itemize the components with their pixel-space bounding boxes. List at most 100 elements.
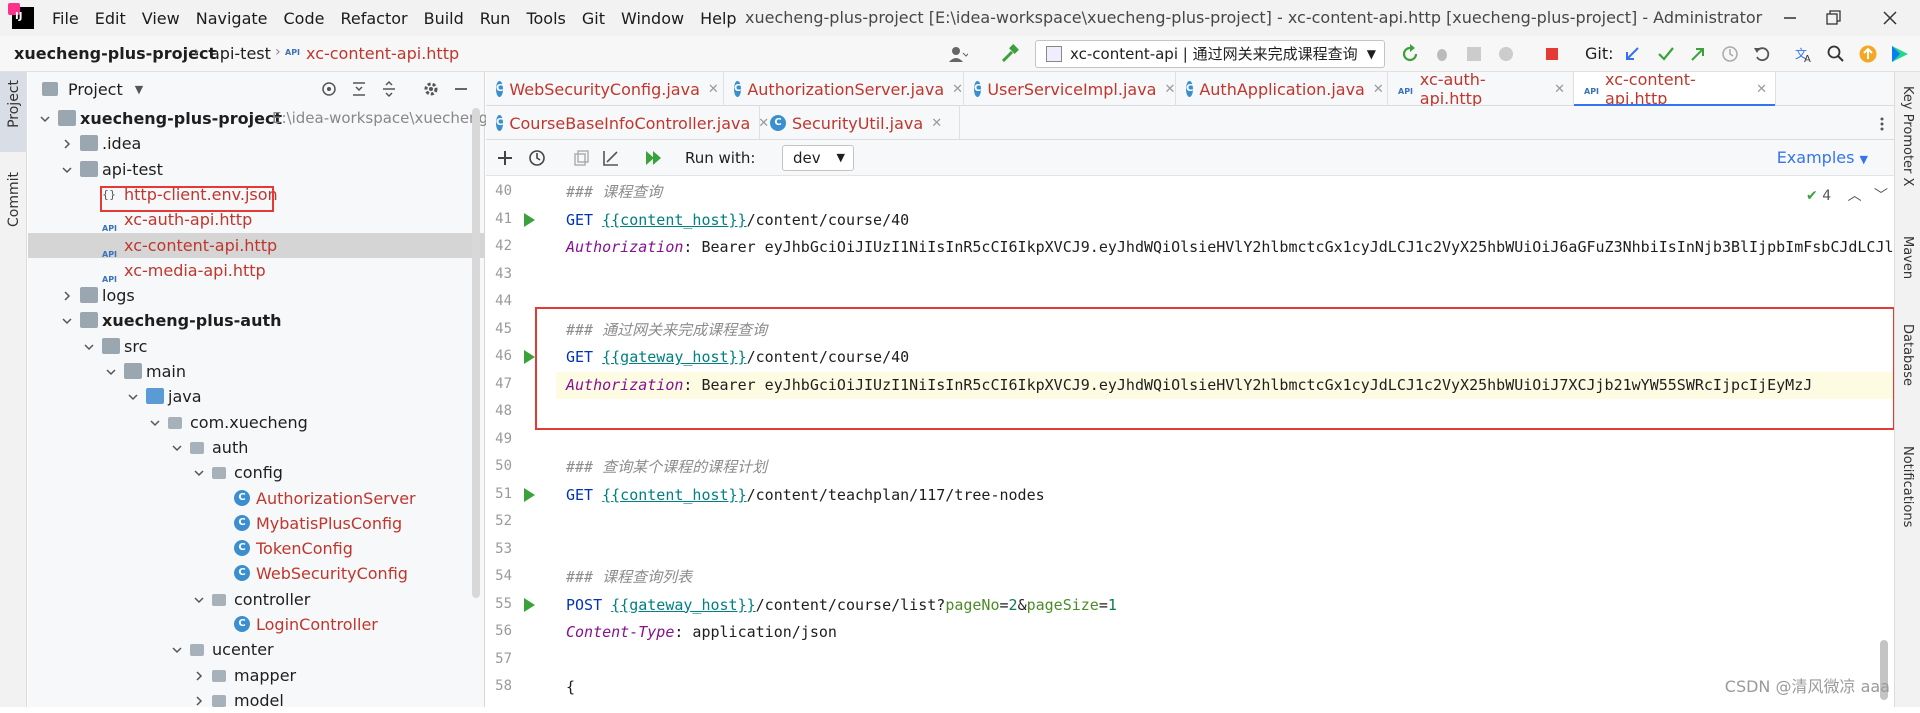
menu-code[interactable]: Code xyxy=(276,9,333,28)
tree-item[interactable]: model xyxy=(28,688,485,713)
menu-refactor[interactable]: Refactor xyxy=(332,9,415,28)
more-vertical-icon[interactable] xyxy=(1874,116,1890,132)
code-line[interactable]: ### 课程查询列表 xyxy=(566,564,692,591)
close-tab-icon[interactable]: ✕ xyxy=(1554,82,1565,97)
jetbrains-toolbox-icon[interactable] xyxy=(1890,44,1910,64)
tree-item[interactable]: controller xyxy=(28,587,485,612)
chevron-down-icon[interactable] xyxy=(84,342,94,352)
close-icon[interactable] xyxy=(1880,8,1900,28)
notifications-tool-label[interactable]: Notifications xyxy=(1900,446,1915,527)
debug-icon[interactable] xyxy=(1432,44,1452,64)
chevron-down-icon[interactable] xyxy=(62,316,72,326)
menu-navigate[interactable]: Navigate xyxy=(188,9,276,28)
menu-run[interactable]: Run xyxy=(472,9,519,28)
git-update-icon[interactable] xyxy=(1622,44,1642,64)
menu-build[interactable]: Build xyxy=(416,9,472,28)
tree-item[interactable]: CLoginController xyxy=(28,612,485,637)
breadcrumb-project[interactable]: xuecheng-plus-project xyxy=(14,44,216,63)
collapse-all-icon[interactable] xyxy=(380,80,398,98)
chevron-down-icon[interactable] xyxy=(194,595,204,605)
tree-item[interactable]: src xyxy=(28,334,485,359)
tree-item[interactable]: APIxc-media-api.http xyxy=(28,258,485,283)
code-editor[interactable]: ### 课程查询GET {{content_host}}/content/cou… xyxy=(556,177,1894,707)
menu-tools[interactable]: Tools xyxy=(518,9,573,28)
git-push-icon[interactable] xyxy=(1688,44,1708,64)
examples-link[interactable]: Examples ▼ xyxy=(1777,148,1868,167)
locate-icon[interactable] xyxy=(320,80,338,98)
tree-item[interactable]: CMybatisPlusConfig xyxy=(28,511,485,536)
breadcrumb-file[interactable]: xc-content-api.http xyxy=(306,44,459,63)
profile-icon[interactable] xyxy=(1496,44,1516,64)
convert-icon[interactable] xyxy=(602,149,620,167)
code-line[interactable]: ### 查询某个课程的课程计划 xyxy=(566,454,767,481)
close-tab-icon[interactable]: ✕ xyxy=(708,82,719,97)
run-configuration-select[interactable]: xc-content-api | 通过网关来完成课程查询 ▼ xyxy=(1035,40,1385,68)
chevron-down-icon[interactable] xyxy=(106,367,116,377)
editor-tab[interactable]: APIxc-content-api.http✕ xyxy=(1574,72,1776,106)
chevron-down-icon[interactable] xyxy=(62,165,72,175)
menu-edit[interactable]: Edit xyxy=(87,9,134,28)
tree-item[interactable]: mapper xyxy=(28,663,485,688)
minimize-icon[interactable] xyxy=(1780,8,1800,28)
tree-item[interactable]: CTokenConfig xyxy=(28,536,485,561)
editor-tab[interactable]: CCourseBaseInfoController.java✕ xyxy=(486,106,760,140)
history-icon[interactable] xyxy=(528,149,546,167)
chevron-right-icon[interactable] xyxy=(194,696,204,706)
close-tab-icon[interactable]: ✕ xyxy=(931,116,942,131)
add-request-icon[interactable] xyxy=(496,149,514,167)
tree-item[interactable]: CWebSecurityConfig xyxy=(28,561,485,586)
user-icon[interactable] xyxy=(948,44,968,64)
chevron-down-icon[interactable]: ﹀ xyxy=(1874,188,1888,204)
stop-icon[interactable] xyxy=(1542,44,1562,64)
editor-tab[interactable]: CUserServiceImpl.java✕ xyxy=(964,72,1176,106)
maven-tool-label[interactable]: Maven xyxy=(1900,236,1915,279)
tree-item[interactable]: api-test xyxy=(28,157,485,182)
run-request-icon[interactable] xyxy=(524,488,535,502)
search-icon[interactable] xyxy=(1826,44,1846,64)
chevron-down-icon[interactable] xyxy=(172,645,182,655)
intellij-logo-icon[interactable] xyxy=(12,7,34,29)
code-line[interactable]: GET {{content_host}}/content/teachplan/1… xyxy=(566,482,1045,509)
code-line[interactable]: POST {{gateway_host}}/content/course/lis… xyxy=(566,592,1117,619)
tree-item[interactable]: java xyxy=(28,384,485,409)
commit-tool-label[interactable]: Commit xyxy=(6,172,22,227)
tree-item[interactable]: CAuthorizationServer xyxy=(28,486,485,511)
menu-git[interactable]: Git xyxy=(574,9,613,28)
tree-item[interactable]: xuecheng-plus-projectE:\idea-workspace\x… xyxy=(28,106,485,131)
run-request-icon[interactable] xyxy=(524,350,535,364)
tree-item[interactable]: .idea xyxy=(28,131,485,156)
project-tool-tab[interactable]: Project xyxy=(0,72,27,152)
database-tool-label[interactable]: Database xyxy=(1900,324,1915,386)
run-request-icon[interactable] xyxy=(524,598,535,612)
rollback-icon[interactable] xyxy=(1752,44,1772,64)
project-panel-title[interactable]: Project xyxy=(68,80,123,99)
environment-select[interactable]: dev ▼ xyxy=(782,145,854,171)
editor-tab[interactable]: APIxc-auth-api.http✕ xyxy=(1388,72,1574,106)
git-commit-icon[interactable] xyxy=(1656,44,1676,64)
tree-item[interactable]: com.xuecheng xyxy=(28,410,485,435)
editor-tab[interactable]: CAuthApplication.java✕ xyxy=(1176,72,1388,106)
run-request-icon[interactable] xyxy=(524,213,535,227)
chevron-up-icon[interactable]: ︿ xyxy=(1848,188,1862,204)
project-scrollbar[interactable] xyxy=(472,108,480,598)
editor-tab[interactable]: CWebSecurityConfig.java✕ xyxy=(486,72,724,106)
menu-view[interactable]: View xyxy=(134,9,188,28)
chevron-down-icon[interactable] xyxy=(128,392,138,402)
editor-tab[interactable]: CSecurityUtil.java✕ xyxy=(760,106,960,140)
history-icon[interactable] xyxy=(1720,44,1740,64)
menu-file[interactable]: File xyxy=(44,9,87,28)
tree-item[interactable]: auth xyxy=(28,435,485,460)
tree-item[interactable]: logs xyxy=(28,283,485,308)
code-line[interactable]: ### 课程查询 xyxy=(566,179,662,206)
close-tab-icon[interactable]: ✕ xyxy=(952,82,963,97)
editor-tab[interactable]: CAuthorizationServer.java✕ xyxy=(724,72,964,106)
hide-panel-icon[interactable] xyxy=(452,80,470,98)
gear-icon[interactable] xyxy=(422,80,440,98)
tree-item[interactable]: ucenter xyxy=(28,637,485,662)
menu-help[interactable]: Help xyxy=(692,9,744,28)
code-line[interactable]: Authorization: Bearer eyJhbGciOiJIUzI1Ni… xyxy=(566,234,1894,261)
chevron-down-icon[interactable] xyxy=(194,468,204,478)
restore-icon[interactable] xyxy=(1823,8,1843,28)
run-all-icon[interactable] xyxy=(644,149,664,167)
tree-item[interactable]: config xyxy=(28,460,485,485)
